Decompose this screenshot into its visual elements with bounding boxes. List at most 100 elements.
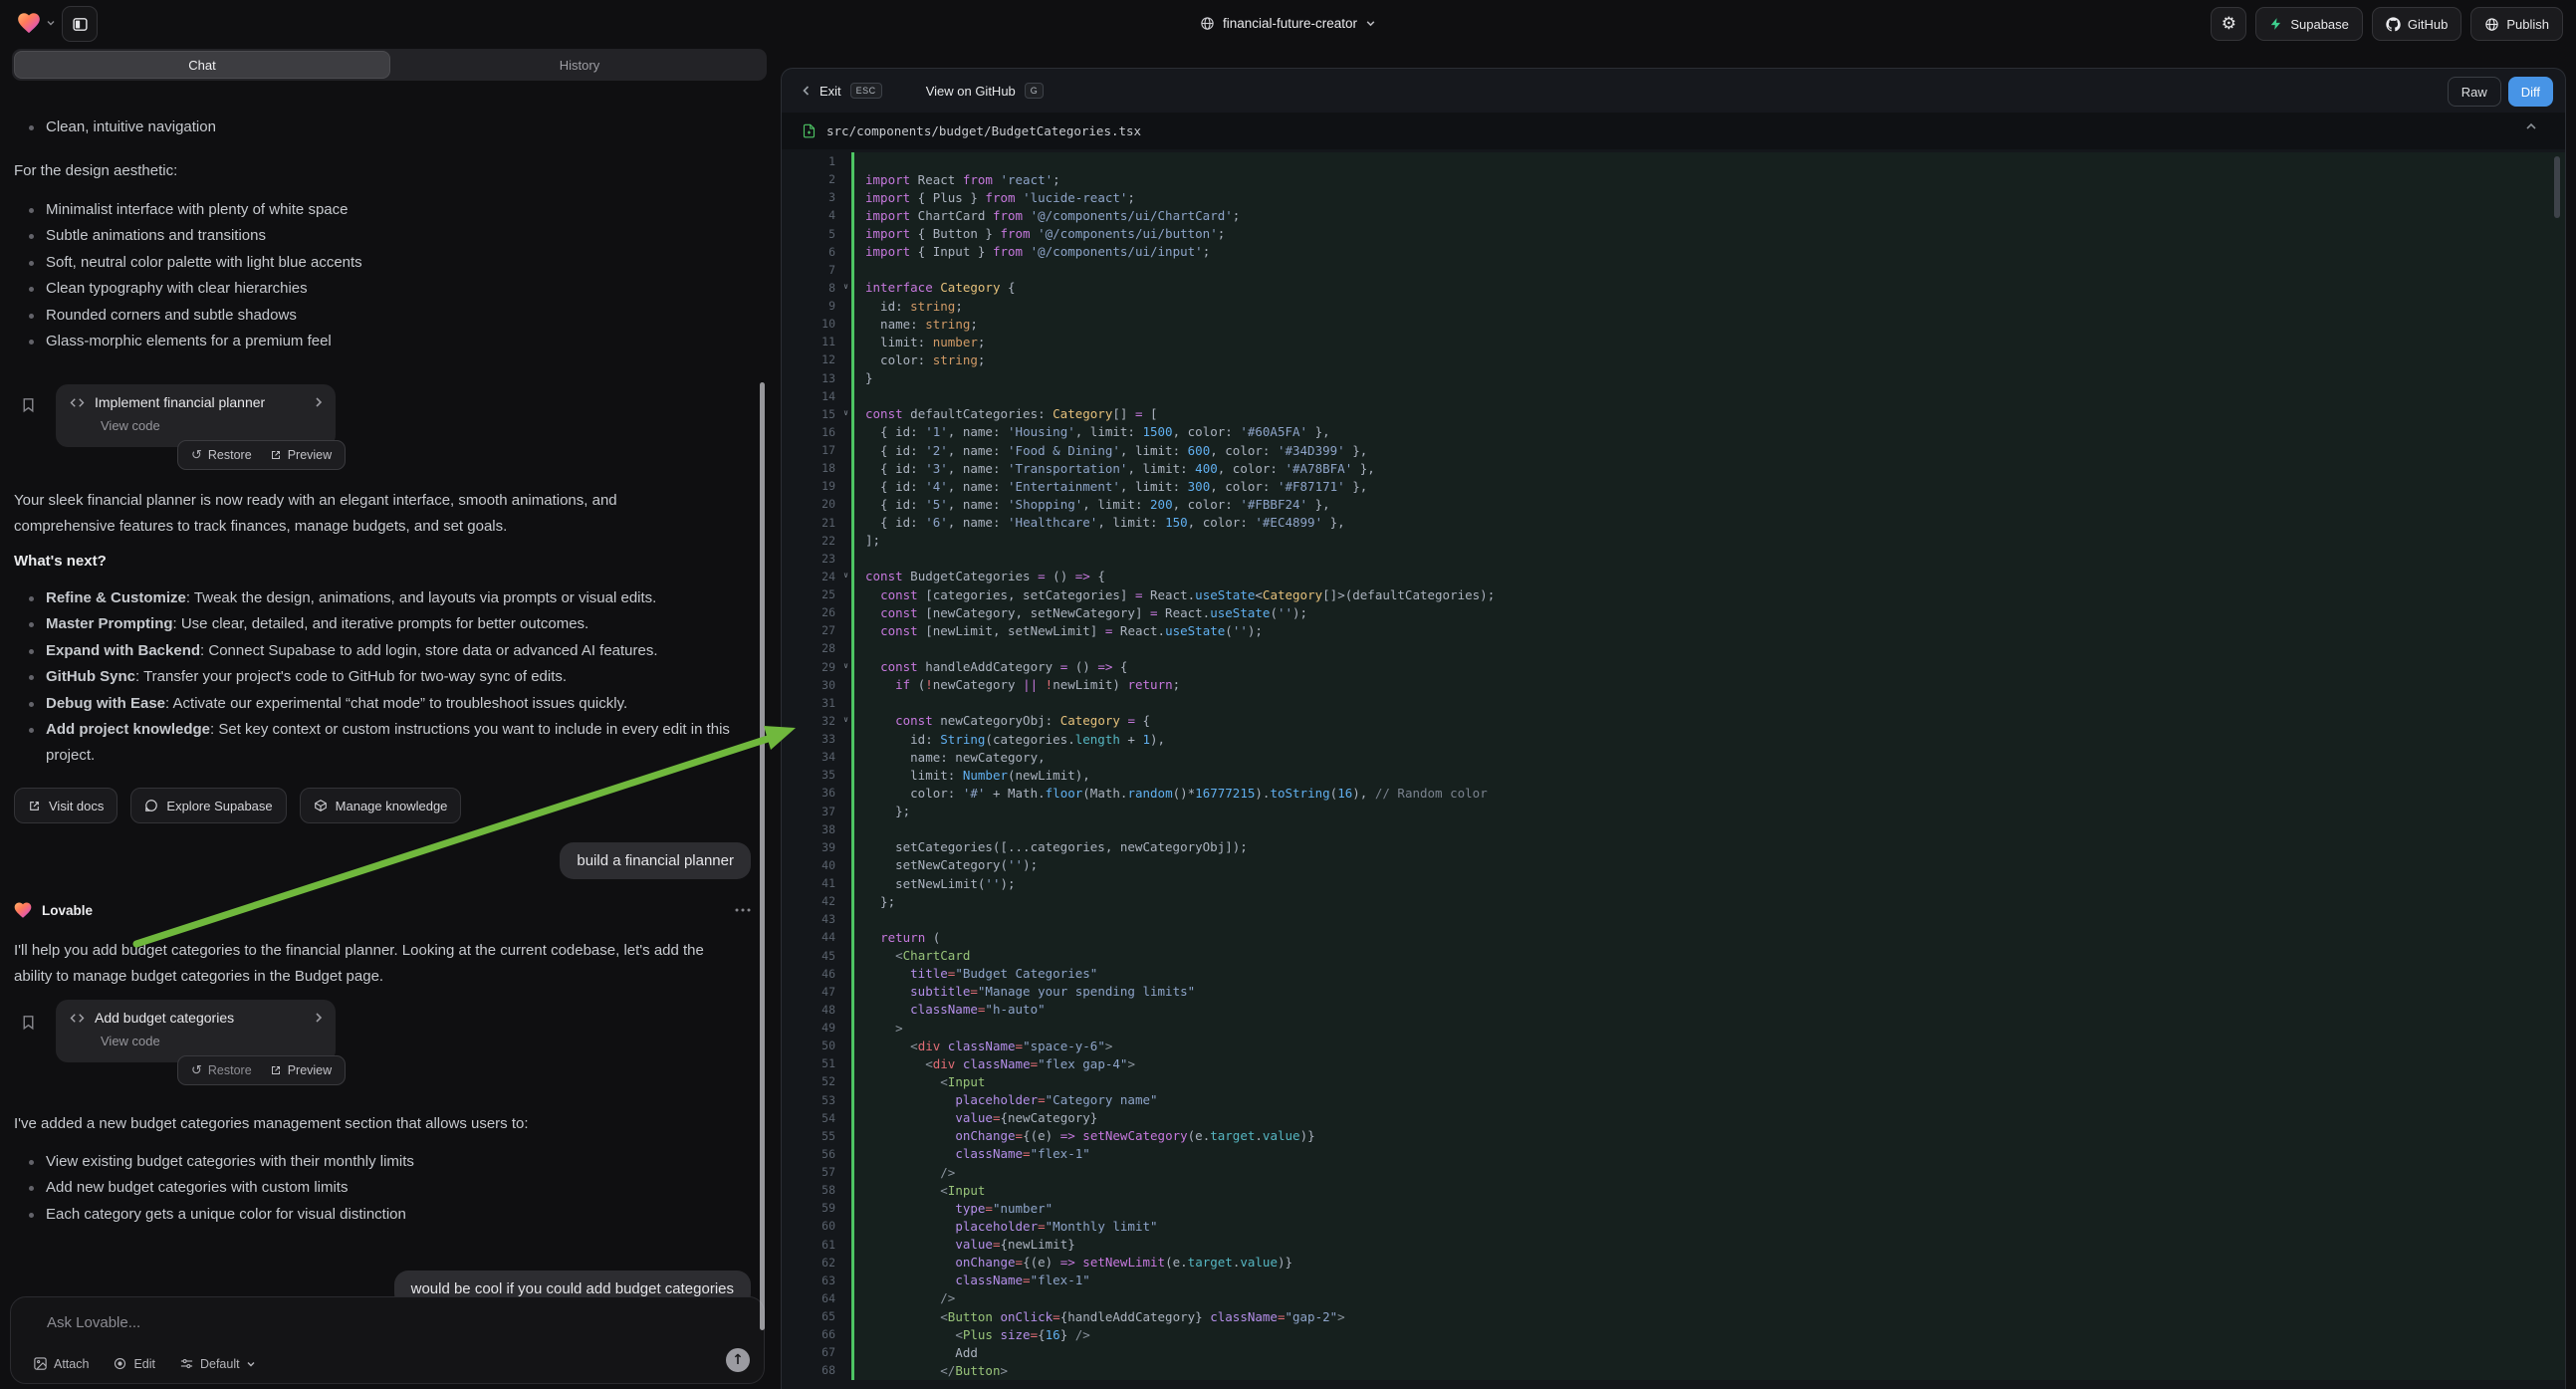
project-name[interactable]: financial-future-creator [1223,16,1357,31]
code-line-7: 7 [782,261,2565,279]
message-menu-icon[interactable] [735,908,751,912]
line-number: 50 [782,1039,851,1052]
tab-chat[interactable]: Chat [14,51,390,79]
fold-chevron-icon[interactable]: ∨ [843,571,848,579]
send-button[interactable]: ↑ [726,1348,750,1372]
code-line-content: className="flex-1" [851,1272,2565,1289]
code-line-content: /> [851,1289,2565,1307]
file-path-bar[interactable]: src/components/budget/BudgetCategories.t… [782,113,2565,150]
chevron-right-icon[interactable] [314,396,324,408]
target-icon [113,1356,127,1371]
code-line-48: 48 className="h-auto" [782,1001,2565,1019]
code-line-42: 42 }; [782,892,2565,910]
code-line-content: const [categories, setCategories] = Reac… [851,585,2565,603]
line-number: 63 [782,1273,851,1287]
code-editor[interactable]: 12import React from 'react';3import { Pl… [782,149,2565,1389]
code-line-content: import { Plus } from 'lucide-react'; [851,188,2565,206]
code-line-13: 13} [782,369,2565,387]
code-line-59: 59 type="number" [782,1199,2565,1217]
code-line-content: limit: Number(newLimit), [851,766,2565,784]
code-line-content: { id: '6', name: 'Healthcare', limit: 15… [851,514,2565,532]
chat-input[interactable] [45,1313,646,1332]
code-scrollbar[interactable] [2554,156,2560,218]
supabase-button[interactable]: Supabase [2255,7,2363,41]
code-line-25: 25 const [categories, setCategories] = R… [782,585,2565,603]
attach-button[interactable]: Attach [33,1356,89,1371]
raw-toggle-button[interactable]: Raw [2448,77,2501,107]
restore-button[interactable]: ↺ Restore [182,441,261,469]
chat-scrollbar[interactable] [760,382,765,1330]
diff-toggle-button[interactable]: Diff [2508,77,2553,107]
line-number: 12 [782,352,851,366]
line-number: 45 [782,949,851,963]
fold-chevron-icon[interactable]: ∨ [843,408,848,417]
bookmark-icon[interactable] [20,396,37,413]
chat-scroll-area[interactable]: Clean, intuitive navigation For the desi… [0,82,777,1388]
manage-knowledge-button[interactable]: Manage knowledge [300,788,462,823]
code-line-content: value={newLimit} [851,1236,2565,1254]
quick-action-row: Visit docs Explore Supabase Manage knowl… [14,788,461,823]
chevron-right-icon[interactable] [314,1012,324,1024]
line-number: 30 [782,678,851,692]
line-number: 68 [782,1363,851,1377]
code-line-55: 55 onChange={(e) => setNewCategory(e.tar… [782,1127,2565,1145]
restore-button[interactable]: ↺ Restore [182,1056,261,1084]
publish-button[interactable]: Publish [2470,7,2563,41]
code-line-content: <div className="space-y-6"> [851,1037,2565,1054]
github-button[interactable]: GitHub [2372,7,2461,41]
restore-preview-pill: ↺ Restore Preview [177,440,346,470]
exit-button[interactable]: Exit [820,84,841,99]
view-code-link[interactable]: View code [101,418,160,433]
whats-next-heading: What's next? [14,553,107,570]
preview-button[interactable]: Preview [261,1056,341,1084]
edit-mode-button[interactable]: Edit [113,1356,155,1371]
bookmark-icon[interactable] [20,1014,37,1031]
project-chevron-down-icon[interactable] [1365,18,1376,29]
code-line-content: const newCategoryObj: Category = { [851,712,2565,730]
fold-chevron-icon[interactable]: ∨ [843,661,848,670]
model-selector[interactable]: Default [179,1356,256,1371]
code-line-10: 10 name: string; [782,315,2565,333]
code-line-content: color: '#' + Math.floor(Math.random()*16… [851,784,2565,802]
line-number: 1 [782,154,851,168]
line-number: 62 [782,1256,851,1270]
arrow-up-icon: ↑ [732,1352,744,1368]
supabase-bolt-icon [2269,17,2283,31]
code-line-content: import { Input } from '@/components/ui/i… [851,243,2565,261]
preview-button[interactable]: Preview [261,441,341,469]
list-item: Master Prompting: Use clear, detailed, a… [14,611,735,637]
chat-history-tabs: Chat History [12,49,767,81]
chevron-left-icon[interactable] [802,85,811,97]
code-line-content: Add [851,1343,2565,1361]
fold-chevron-icon[interactable]: ∨ [843,715,848,724]
code-line-28: 28 [782,639,2565,657]
code-line-content [851,152,2565,170]
code-line-content: import React from 'react'; [851,170,2565,188]
code-line-16: 16 { id: '1', name: 'Housing', limit: 15… [782,423,2565,441]
explore-supabase-button[interactable]: Explore Supabase [130,788,286,823]
code-line-1: 1 [782,152,2565,170]
code-line-21: 21 { id: '6', name: 'Healthcare', limit:… [782,514,2565,532]
line-number: 48 [782,1003,851,1017]
view-on-github-link[interactable]: View on GitHub [926,84,1016,99]
line-number: 19 [782,479,851,493]
tab-history[interactable]: History [392,49,767,81]
line-number: 49 [782,1021,851,1035]
code-line-content: id: string; [851,297,2565,315]
settings-button[interactable]: ⚙ [2211,7,2246,41]
code-line-65: 65 <Button onClick={handleAddCategory} c… [782,1307,2565,1325]
line-number: 9 [782,299,851,313]
code-line-content: name: newCategory, [851,748,2565,766]
version-card-implement-financial-planner[interactable]: Implement financial planner View code [56,384,336,447]
code-line-44: 44 return ( [782,928,2565,946]
visit-docs-button[interactable]: Visit docs [14,788,117,823]
version-card-add-budget-categories[interactable]: Add budget categories View code [56,1000,336,1062]
line-number: 43 [782,912,851,926]
fold-chevron-icon[interactable]: ∨ [843,282,848,291]
view-code-link[interactable]: View code [101,1034,160,1048]
collapse-file-chevron-up-icon[interactable] [2525,122,2537,130]
code-line-32: 32∨ const newCategoryObj: Category = { [782,712,2565,730]
restore-icon: ↺ [191,448,202,463]
line-number: 47 [782,985,851,999]
chat-bubble-icon [144,799,158,812]
